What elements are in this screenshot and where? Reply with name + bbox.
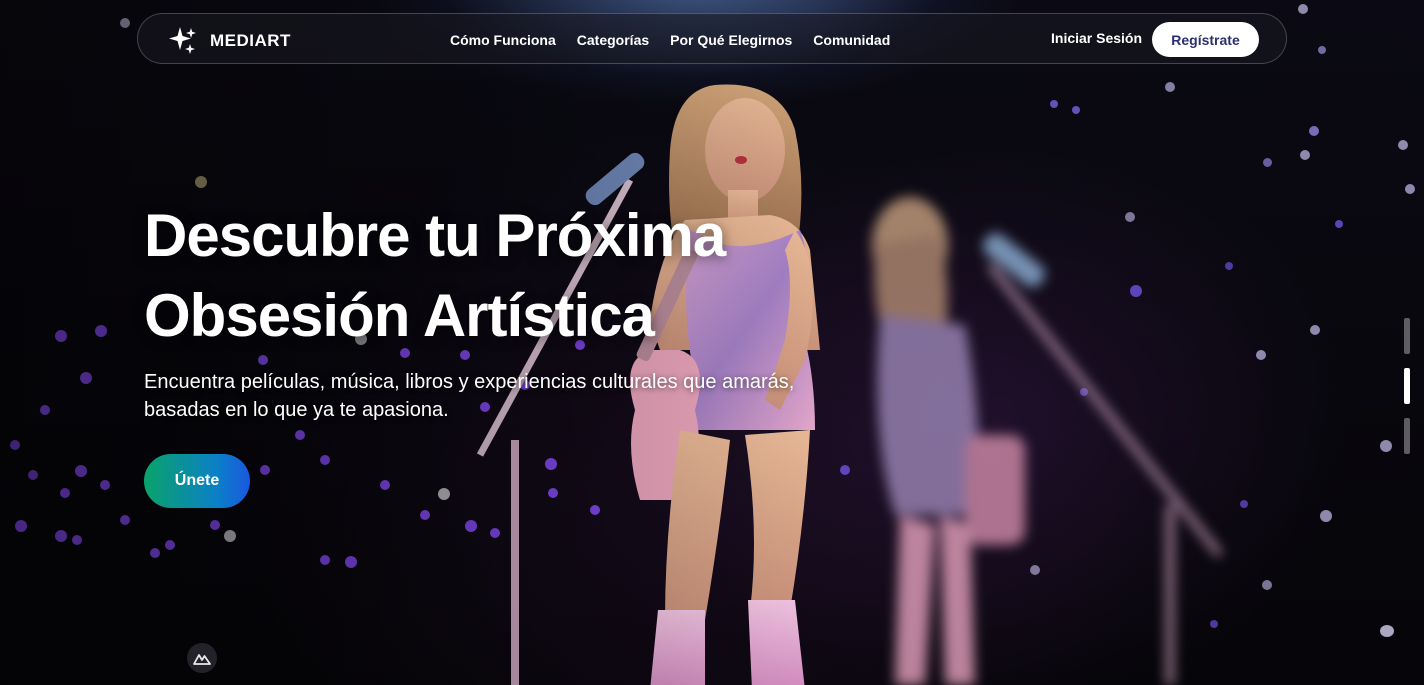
nav-link-comunidad[interactable]: Comunidad	[813, 32, 890, 48]
join-button[interactable]: Únete	[144, 454, 250, 508]
sparkles-icon	[169, 27, 196, 54]
nav-link-como-funciona[interactable]: Cómo Funciona	[450, 32, 556, 48]
nav-link-por-que-elegirnos[interactable]: Por Qué Elegirnos	[670, 32, 792, 48]
hero-title-line-2: Obsesión Artística	[144, 282, 655, 349]
nav-link-categorias[interactable]: Categorías	[577, 32, 649, 48]
performer-reflection	[872, 197, 1223, 685]
mountain-logo-icon	[193, 654, 211, 665]
top-navbar: MEDIART Cómo Funciona Categorías Por Qué…	[137, 13, 1287, 64]
slide-indicator-2[interactable]	[1404, 368, 1410, 404]
login-link[interactable]: Iniciar Sesión	[1051, 30, 1142, 46]
slide-indicator-1[interactable]	[1404, 318, 1410, 354]
hero-title-line-1: Descubre tu Próxima	[144, 202, 726, 269]
brand-logo-link[interactable]: MEDIART	[166, 25, 291, 57]
hero-subtitle: Encuentra películas, música, libros y ex…	[144, 371, 795, 421]
devtools-toggle[interactable]	[187, 643, 217, 673]
nav-links: Cómo Funciona Categorías Por Qué Elegirn…	[450, 14, 890, 65]
register-button[interactable]: Regístrate	[1152, 22, 1259, 57]
brand-name: MEDIART	[210, 31, 291, 50]
slide-indicator-3[interactable]	[1404, 418, 1410, 454]
hero-title: Descubre tu Próxima Obsesión Artística	[144, 196, 726, 356]
